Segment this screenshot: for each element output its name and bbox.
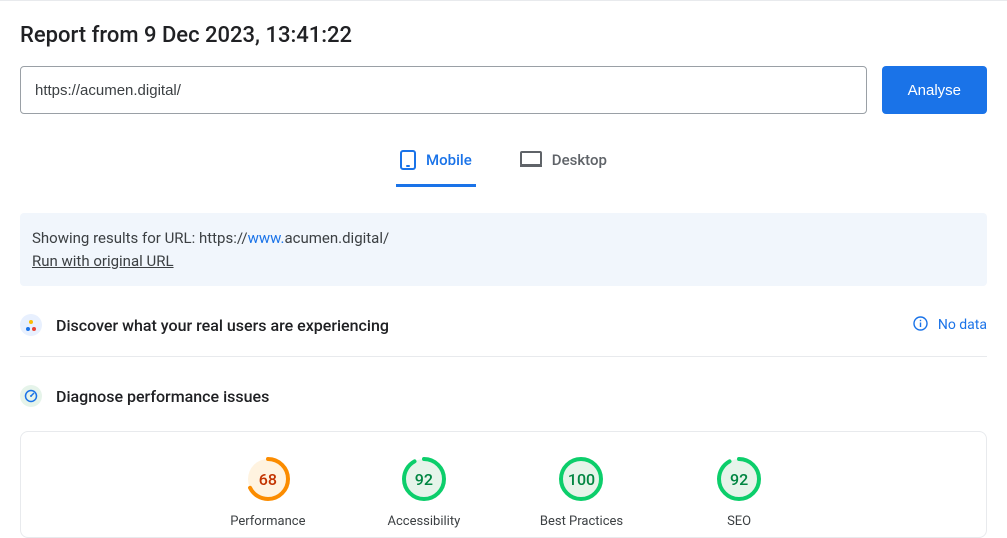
score-accessibility-label: Accessibility [387, 514, 460, 529]
tab-desktop[interactable]: Desktop [516, 140, 611, 187]
page-title: Report from 9 Dec 2023, 13:41:22 [20, 23, 987, 48]
desktop-icon [520, 151, 542, 169]
scores-card: 68 Performance 92 Accessibility [20, 431, 987, 538]
tab-mobile[interactable]: Mobile [396, 140, 476, 187]
score-accessibility[interactable]: 92 Accessibility [384, 456, 464, 529]
results-banner: Showing results for URL: https://www.acu… [20, 213, 987, 286]
score-seo[interactable]: 92 SEO [699, 456, 779, 529]
score-accessibility-value: 92 [401, 456, 447, 502]
url-input[interactable] [20, 66, 867, 114]
score-best-practices[interactable]: 100 Best Practices [540, 456, 623, 529]
analyse-button[interactable]: Analyse [882, 66, 987, 114]
run-original-link[interactable]: Run with original URL [32, 252, 174, 270]
banner-highlight: www. [248, 229, 285, 247]
score-performance[interactable]: 68 Performance [228, 456, 308, 529]
score-best-practices-value: 100 [558, 456, 604, 502]
banner-prefix: Showing results for URL: https:// [32, 229, 248, 247]
score-best-practices-label: Best Practices [540, 514, 623, 529]
tab-mobile-label: Mobile [426, 151, 472, 169]
divider [20, 356, 987, 357]
users-icon [20, 314, 42, 336]
diagnose-heading: Diagnose performance issues [56, 387, 987, 406]
no-data-indicator[interactable]: No data [913, 316, 987, 335]
banner-suffix: acumen.digital/ [284, 229, 389, 247]
score-performance-value: 68 [245, 456, 291, 502]
score-seo-label: SEO [727, 514, 751, 529]
mobile-icon [400, 150, 416, 170]
score-performance-label: Performance [230, 514, 305, 529]
score-seo-value: 92 [716, 456, 762, 502]
info-icon [913, 316, 928, 335]
discover-heading: Discover what your real users are experi… [56, 316, 899, 335]
no-data-label: No data [938, 317, 987, 333]
gauge-icon [20, 385, 42, 407]
tab-desktop-label: Desktop [552, 151, 607, 169]
